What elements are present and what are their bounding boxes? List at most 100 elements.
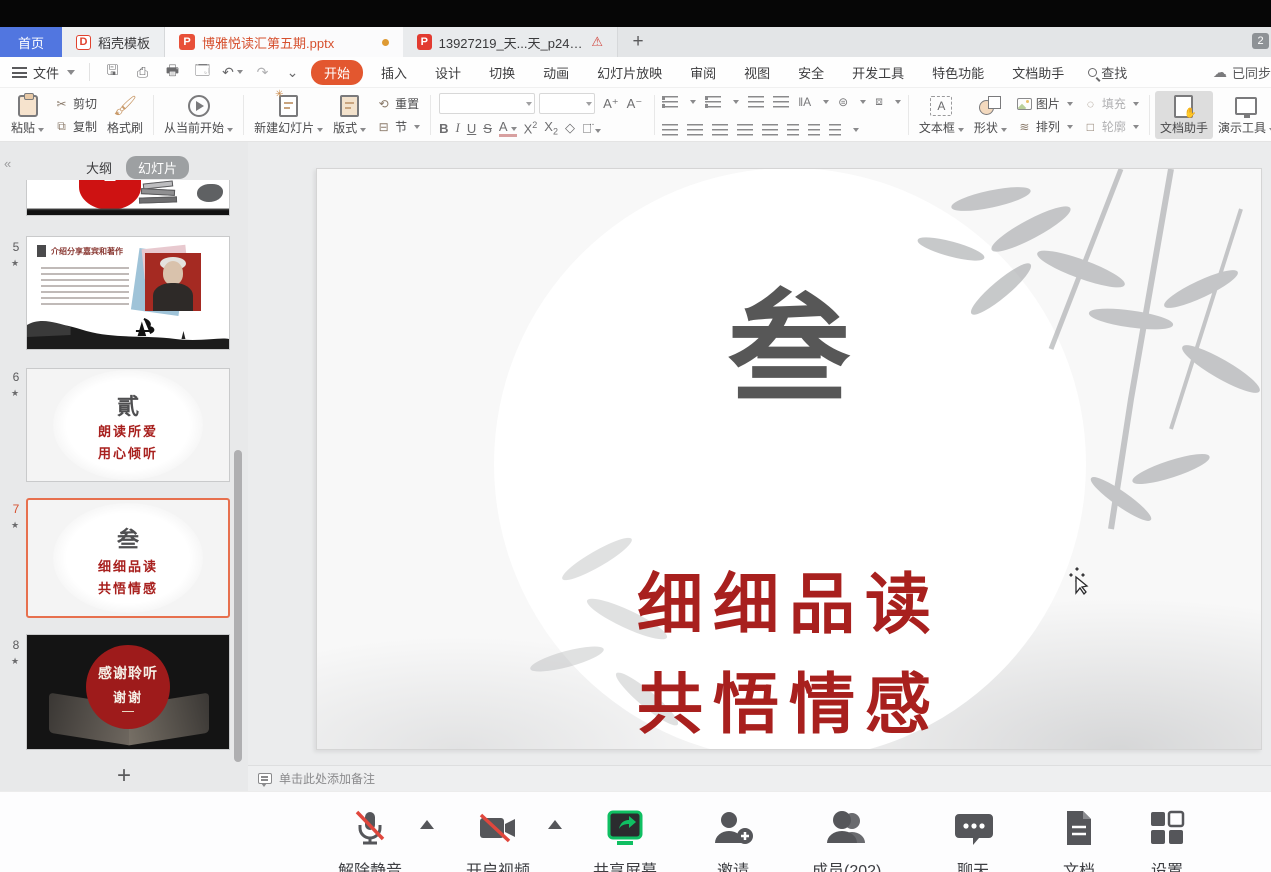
strikethrough-button[interactable]: S [483,121,492,136]
underline-button[interactable]: U [467,121,476,136]
doc-assistant-button[interactable]: 文档助手 [1155,91,1213,139]
font-name-select[interactable] [439,93,535,114]
window-badge[interactable]: 2 [1252,33,1269,49]
menu-tab-animation[interactable]: 动画 [533,60,579,85]
justify-icon[interactable] [737,124,753,136]
settings-button[interactable]: 设置 [1148,808,1186,872]
subscript-button[interactable]: X2 [544,119,558,137]
slide-thumbnail-6[interactable]: 貳 朗读所爱 用心倾听 [26,368,230,482]
arrange-button[interactable]: ≋排列 [1014,117,1076,136]
align-text-icon[interactable]: ⊜ [838,95,848,109]
unmute-button[interactable]: 解除静音 [338,808,402,872]
outline-button[interactable]: □轮廓 [1080,117,1142,136]
text-direction-icon[interactable]: ‖A [798,95,811,109]
phonetic-guide-icon[interactable]: 文̈ [582,121,601,136]
slide-thumbnail-4-partial[interactable]: 一 [26,180,230,216]
slide-canvas[interactable]: 叁 细细品读 共悟情感 [316,168,1262,750]
decrease-font-icon[interactable]: A⁻ [627,96,643,112]
tab-home[interactable]: 首页 [0,27,62,57]
decrease-indent-icon[interactable] [748,96,764,108]
menu-tab-transitions[interactable]: 切换 [479,60,525,85]
menu-tab-doc-assistant[interactable]: 文档助手 [1002,60,1074,85]
columns-icon[interactable] [829,124,841,136]
menu-tab-slideshow[interactable]: 幻灯片放映 [587,60,672,85]
numbering-icon[interactable] [705,96,721,108]
cut-button[interactable]: ✂剪切 [51,94,100,113]
align-left-icon[interactable] [662,124,678,136]
outline-tab[interactable]: 大纲 [86,158,112,177]
clear-format-icon[interactable]: ◇ [565,120,575,136]
invite-button[interactable]: 邀请 [712,808,754,872]
textbox-button[interactable]: A 文本框 [914,91,969,139]
notes-bar[interactable]: 单击此处添加备注 [248,765,1271,791]
line-spacing-icon[interactable] [787,124,799,136]
slide-section-number[interactable]: 叁 [317,287,1261,409]
increase-font-icon[interactable]: A⁺ [603,96,619,112]
reset-button[interactable]: ⟲重置 [373,94,423,113]
new-slide-button[interactable]: 新建幻灯片 [249,91,328,139]
documents-button[interactable]: 文档 [1063,808,1095,872]
section-icon: ⊟ [376,119,391,134]
increase-indent-icon[interactable] [773,96,789,108]
layout-button[interactable]: 版式 [328,91,371,139]
slides-tab[interactable]: 幻灯片 [126,156,189,179]
align-right-icon[interactable] [712,124,728,136]
font-color-button[interactable]: A [499,119,517,137]
print-preview-icon[interactable]: 🗔 [194,64,211,81]
superscript-button[interactable]: X2 [524,120,538,136]
qat-more-icon[interactable]: ⌄ [284,64,301,81]
menu-tab-security[interactable]: 安全 [788,60,834,85]
bold-button[interactable]: B [439,121,448,136]
redo-icon[interactable]: ↷ [254,64,271,81]
play-from-current-button[interactable]: 从当前开始 [159,91,238,139]
menu-tab-design[interactable]: 设计 [425,60,471,85]
chat-button[interactable]: 聊天 [953,808,993,872]
mic-options-arrow[interactable] [420,820,434,829]
add-slide-button[interactable]: + [0,762,248,790]
paragraph-spacing-icon[interactable] [808,124,820,136]
sidebar-scrollbar[interactable] [234,450,242,762]
tab-docer-templates[interactable]: D 稻壳模板 [62,27,165,57]
bullets-icon[interactable] [662,96,678,108]
tab-pdf-document[interactable]: P 13927219_天...天_p246.pdf ⚠ [403,27,618,57]
find-menu[interactable]: 查找 [1088,63,1127,82]
align-center-icon[interactable] [687,124,703,136]
format-painter-button[interactable]: 🖌 格式刷 [102,91,148,139]
menu-tab-view[interactable]: 视图 [734,60,780,85]
print-icon[interactable]: 🖶 [164,64,181,81]
file-menu[interactable]: 文件 [33,63,59,82]
new-tab-button[interactable]: + [618,27,658,57]
menu-tab-home[interactable]: 开始 [311,60,363,85]
file-menu-caret-icon[interactable] [67,70,75,75]
menu-tab-insert[interactable]: 插入 [371,60,417,85]
shapes-button[interactable]: 形状 [969,91,1012,139]
export-icon[interactable]: ⎙ [134,64,151,81]
italic-button[interactable]: I [456,120,460,136]
menu-tab-devtools[interactable]: 开发工具 [842,60,914,85]
menu-tab-features[interactable]: 特色功能 [922,60,994,85]
slide-title-line2[interactable]: 共悟情感 [317,651,1261,747]
font-size-select[interactable] [539,93,595,114]
save-icon[interactable]: 🖫 [104,64,121,81]
camera-options-arrow[interactable] [548,820,562,829]
distribute-icon[interactable] [762,124,778,136]
slide-title-line1[interactable]: 细细品读 [317,551,1261,647]
fill-button[interactable]: ◌填充 [1080,94,1142,113]
collapse-panel-button[interactable]: « [4,156,11,171]
slide-thumbnail-8[interactable]: 感谢聆听 谢谢 [26,634,230,750]
undo-icon[interactable]: ↶ [224,64,241,81]
picture-button[interactable]: 图片 [1014,94,1076,113]
start-video-button[interactable]: 开启视频 [466,808,530,872]
slide-thumbnail-5[interactable]: 介绍分享嘉宾和著作 [26,236,230,350]
copy-button[interactable]: ⧉复制 [51,117,100,136]
slide-thumbnail-7-selected[interactable]: 叁 细细品读 共悟情感 [26,498,230,618]
menu-tab-review[interactable]: 审阅 [680,60,726,85]
section-button[interactable]: ⊟节 [373,117,423,136]
tab-active-presentation[interactable]: P 博雅悦读汇第五期.pptx [165,27,403,57]
smartart-icon[interactable]: ⧈ [875,94,883,109]
members-button[interactable]: 成员(202) [812,808,881,872]
presentation-tools-button[interactable]: 演示工具 [1213,91,1271,139]
paste-button[interactable]: 粘贴 [6,91,49,139]
hamburger-menu-icon[interactable] [12,67,27,78]
share-screen-button[interactable]: 共享屏幕 [593,808,657,872]
